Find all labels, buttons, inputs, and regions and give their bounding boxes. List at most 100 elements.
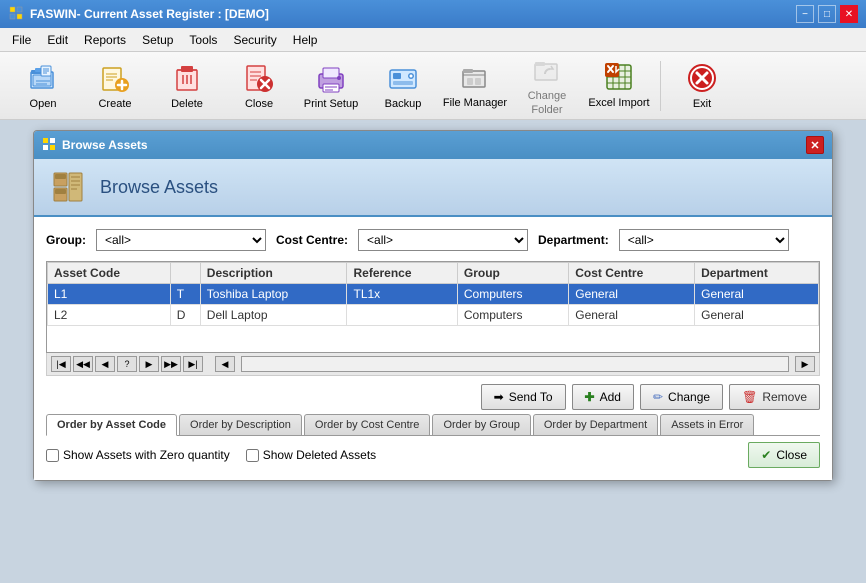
cell-group: Computers (457, 284, 568, 305)
excel-import-label: Excel Import (588, 97, 649, 110)
menu-bar: File Edit Reports Setup Tools Security H… (0, 28, 866, 52)
cost-centre-select[interactable]: <all> (358, 229, 528, 251)
table-row[interactable]: L2 D Dell Laptop Computers General Gener… (48, 305, 819, 326)
zero-qty-checkbox-label[interactable]: Show Assets with Zero quantity (46, 448, 230, 462)
close-checkmark-icon: ✔ (761, 448, 771, 462)
title-bar-controls: − □ ✕ (796, 5, 858, 23)
order-tabs: Order by Asset Code Order by Description… (46, 414, 820, 436)
nav-first-button[interactable]: |◀ (51, 356, 71, 372)
toolbar-separator (660, 61, 661, 111)
title-bar-left: FASWIN- Current Asset Register : [DEMO] (8, 5, 269, 24)
backup-button[interactable]: Backup (368, 57, 438, 115)
bottom-row: Show Assets with Zero quantity Show Dele… (46, 442, 820, 468)
create-button[interactable]: Create (80, 57, 150, 115)
exit-icon (686, 62, 718, 94)
app-title: FASWIN- Current Asset Register : [DEMO] (30, 7, 269, 21)
cell-flag: D (170, 305, 200, 326)
nav-bar: |◀ ◀◀ ◀ ? ▶ ▶▶ ▶| ◀ ▶ (46, 353, 820, 376)
app-icon (8, 5, 24, 24)
nav-scroll-left-button[interactable]: ◀ (215, 356, 235, 372)
menu-file[interactable]: File (4, 31, 39, 49)
dialog-titlebar: Browse Assets ✕ (34, 131, 832, 159)
col-group: Group (457, 263, 568, 284)
cell-group: Computers (457, 305, 568, 326)
close-doc-icon (243, 62, 275, 94)
minimize-button[interactable]: − (796, 5, 814, 23)
toolbar: Open Create Delete (0, 52, 866, 120)
delete-button[interactable]: Delete (152, 57, 222, 115)
zero-qty-checkbox[interactable] (46, 449, 59, 462)
send-to-icon: ➡ (494, 390, 504, 404)
deleted-checkbox[interactable] (246, 449, 259, 462)
asset-table-scroll[interactable]: Asset Code Description Reference Group C… (47, 262, 819, 352)
table-header-row: Asset Code Description Reference Group C… (48, 263, 819, 284)
dialog-title: Browse Assets (42, 137, 148, 154)
dialog-content: Group: <all> Cost Centre: <all> Departme… (34, 217, 832, 480)
change-button[interactable]: ✏ Change (640, 384, 723, 410)
checkbox-group: Show Assets with Zero quantity Show Dele… (46, 448, 376, 462)
exit-button[interactable]: Exit (667, 57, 737, 115)
change-folder-button[interactable]: Change Folder (512, 57, 582, 115)
cell-code: L2 (48, 305, 171, 326)
table-row[interactable]: L1 T Toshiba Laptop TL1x Computers Gener… (48, 284, 819, 305)
deleted-checkbox-label[interactable]: Show Deleted Assets (246, 448, 376, 462)
asset-table-wrapper: Asset Code Description Reference Group C… (46, 261, 820, 353)
menu-edit[interactable]: Edit (39, 31, 76, 49)
tab-group[interactable]: Order by Group (432, 414, 530, 435)
filter-row: Group: <all> Cost Centre: <all> Departme… (46, 229, 820, 251)
deleted-label: Show Deleted Assets (263, 448, 376, 462)
tab-description[interactable]: Order by Description (179, 414, 302, 435)
tab-errors[interactable]: Assets in Error (660, 414, 754, 435)
tab-asset-code[interactable]: Order by Asset Code (46, 414, 177, 436)
window-close-button[interactable]: ✕ (840, 5, 858, 23)
group-select[interactable]: <all> (96, 229, 266, 251)
tab-cost-centre[interactable]: Order by Cost Centre (304, 414, 431, 435)
menu-reports[interactable]: Reports (76, 31, 134, 49)
file-manager-icon (459, 61, 491, 93)
nav-prev-button[interactable]: ◀ (95, 356, 115, 372)
zero-qty-label: Show Assets with Zero quantity (63, 448, 230, 462)
nav-last-button[interactable]: ▶| (183, 356, 203, 372)
menu-setup[interactable]: Setup (134, 31, 181, 49)
add-icon: ✚ (585, 390, 595, 404)
title-bar: FASWIN- Current Asset Register : [DEMO] … (0, 0, 866, 28)
asset-table: Asset Code Description Reference Group C… (47, 262, 819, 326)
horizontal-scrollbar[interactable] (241, 356, 789, 372)
dialog-header-icon (50, 169, 86, 205)
file-manager-button[interactable]: File Manager (440, 57, 510, 115)
nav-next-page-button[interactable]: ▶▶ (161, 356, 181, 372)
dept-label: Department: (538, 233, 609, 247)
send-to-button[interactable]: ➡ Send To (481, 384, 566, 410)
menu-tools[interactable]: Tools (181, 31, 225, 49)
cell-department: General (695, 305, 819, 326)
change-folder-icon (531, 54, 563, 86)
cell-code: L1 (48, 284, 171, 305)
nav-prev-page-button[interactable]: ◀◀ (73, 356, 93, 372)
maximize-button[interactable]: □ (818, 5, 836, 23)
nav-next-button[interactable]: ▶ (139, 356, 159, 372)
remove-icon: 🗑 (742, 390, 757, 404)
file-manager-label: File Manager (443, 97, 507, 110)
tab-department[interactable]: Order by Department (533, 414, 658, 435)
open-icon (27, 62, 59, 94)
create-icon (99, 62, 131, 94)
col-flag (170, 263, 200, 284)
nav-help-button[interactable]: ? (117, 356, 137, 372)
dialog-close-x-button[interactable]: ✕ (806, 136, 824, 154)
delete-icon (171, 62, 203, 94)
menu-security[interactable]: Security (225, 31, 284, 49)
menu-help[interactable]: Help (285, 31, 326, 49)
excel-import-button[interactable]: Excel Import (584, 57, 654, 115)
nav-scroll-right-button[interactable]: ▶ (795, 356, 815, 372)
department-select[interactable]: <all> (619, 229, 789, 251)
cell-flag: T (170, 284, 200, 305)
open-label: Open (30, 98, 57, 110)
close-doc-label: Close (245, 98, 273, 110)
close-button[interactable]: ✔ Close (748, 442, 820, 468)
print-setup-button[interactable]: Print Setup (296, 57, 366, 115)
open-button[interactable]: Open (8, 57, 78, 115)
close-doc-button[interactable]: Close (224, 57, 294, 115)
remove-button[interactable]: 🗑 Remove (729, 384, 820, 410)
add-button[interactable]: ✚ Add (572, 384, 634, 410)
col-cost-centre: Cost Centre (569, 263, 695, 284)
